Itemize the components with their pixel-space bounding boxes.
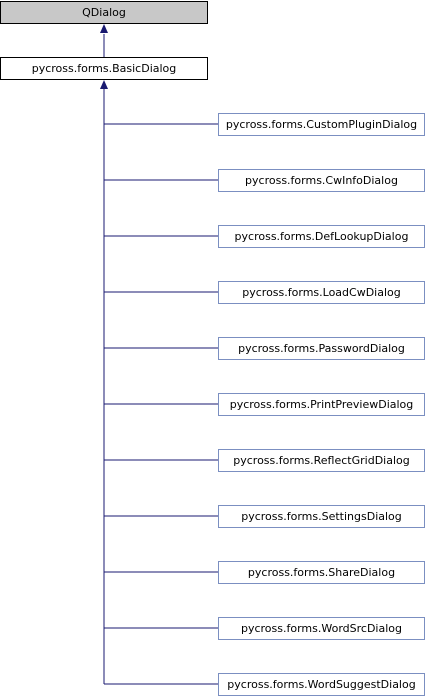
- class-name-label: pycross.forms.ReflectGridDialog: [233, 454, 410, 467]
- class-name-label: pycross.forms.LoadCwDialog: [242, 286, 401, 299]
- arrowhead-icon: [100, 80, 108, 89]
- class-name-label: pycross.forms.CwInfoDialog: [245, 174, 398, 187]
- class-name-label: pycross.forms.PasswordDialog: [238, 342, 405, 355]
- class-node-passworddialog[interactable]: pycross.forms.PasswordDialog: [218, 337, 425, 360]
- class-name-label: pycross.forms.PrintPreviewDialog: [229, 398, 414, 411]
- class-node-customplugindialog[interactable]: pycross.forms.CustomPluginDialog: [218, 113, 425, 136]
- class-name-label: pycross.forms.WordSrcDialog: [240, 622, 402, 635]
- class-name-label: pycross.forms.ShareDialog: [247, 566, 396, 579]
- class-node-sharedialog[interactable]: pycross.forms.ShareDialog: [218, 561, 425, 584]
- class-node-cwinfodialog[interactable]: pycross.forms.CwInfoDialog: [218, 169, 425, 192]
- class-name-label: pycross.forms.WordSuggestDialog: [227, 678, 416, 691]
- class-node-loadcwdialog[interactable]: pycross.forms.LoadCwDialog: [218, 281, 425, 304]
- class-node-wordsuggestdialog[interactable]: pycross.forms.WordSuggestDialog: [218, 673, 425, 696]
- class-node-reflectgriddialog[interactable]: pycross.forms.ReflectGridDialog: [218, 449, 425, 472]
- class-node-basicdialog: pycross.forms.BasicDialog: [0, 57, 208, 80]
- class-node-deflookupdialog[interactable]: pycross.forms.DefLookupDialog: [218, 225, 425, 248]
- class-node-qdialog: QDialog: [0, 1, 208, 24]
- class-name-label: QDialog: [82, 6, 126, 19]
- inheritance-diagram: QDialog pycross.forms.BasicDialog pycros…: [0, 0, 426, 696]
- class-node-printpreviewdialog[interactable]: pycross.forms.PrintPreviewDialog: [218, 393, 425, 416]
- class-node-settingsdialog[interactable]: pycross.forms.SettingsDialog: [218, 505, 425, 528]
- class-node-wordsrcdialog[interactable]: pycross.forms.WordSrcDialog: [218, 617, 425, 640]
- class-name-label: pycross.forms.BasicDialog: [31, 62, 177, 75]
- class-name-label: pycross.forms.CustomPluginDialog: [225, 118, 418, 131]
- class-name-label: pycross.forms.SettingsDialog: [241, 510, 402, 523]
- class-name-label: pycross.forms.DefLookupDialog: [234, 230, 409, 243]
- arrowhead-icon: [100, 24, 108, 33]
